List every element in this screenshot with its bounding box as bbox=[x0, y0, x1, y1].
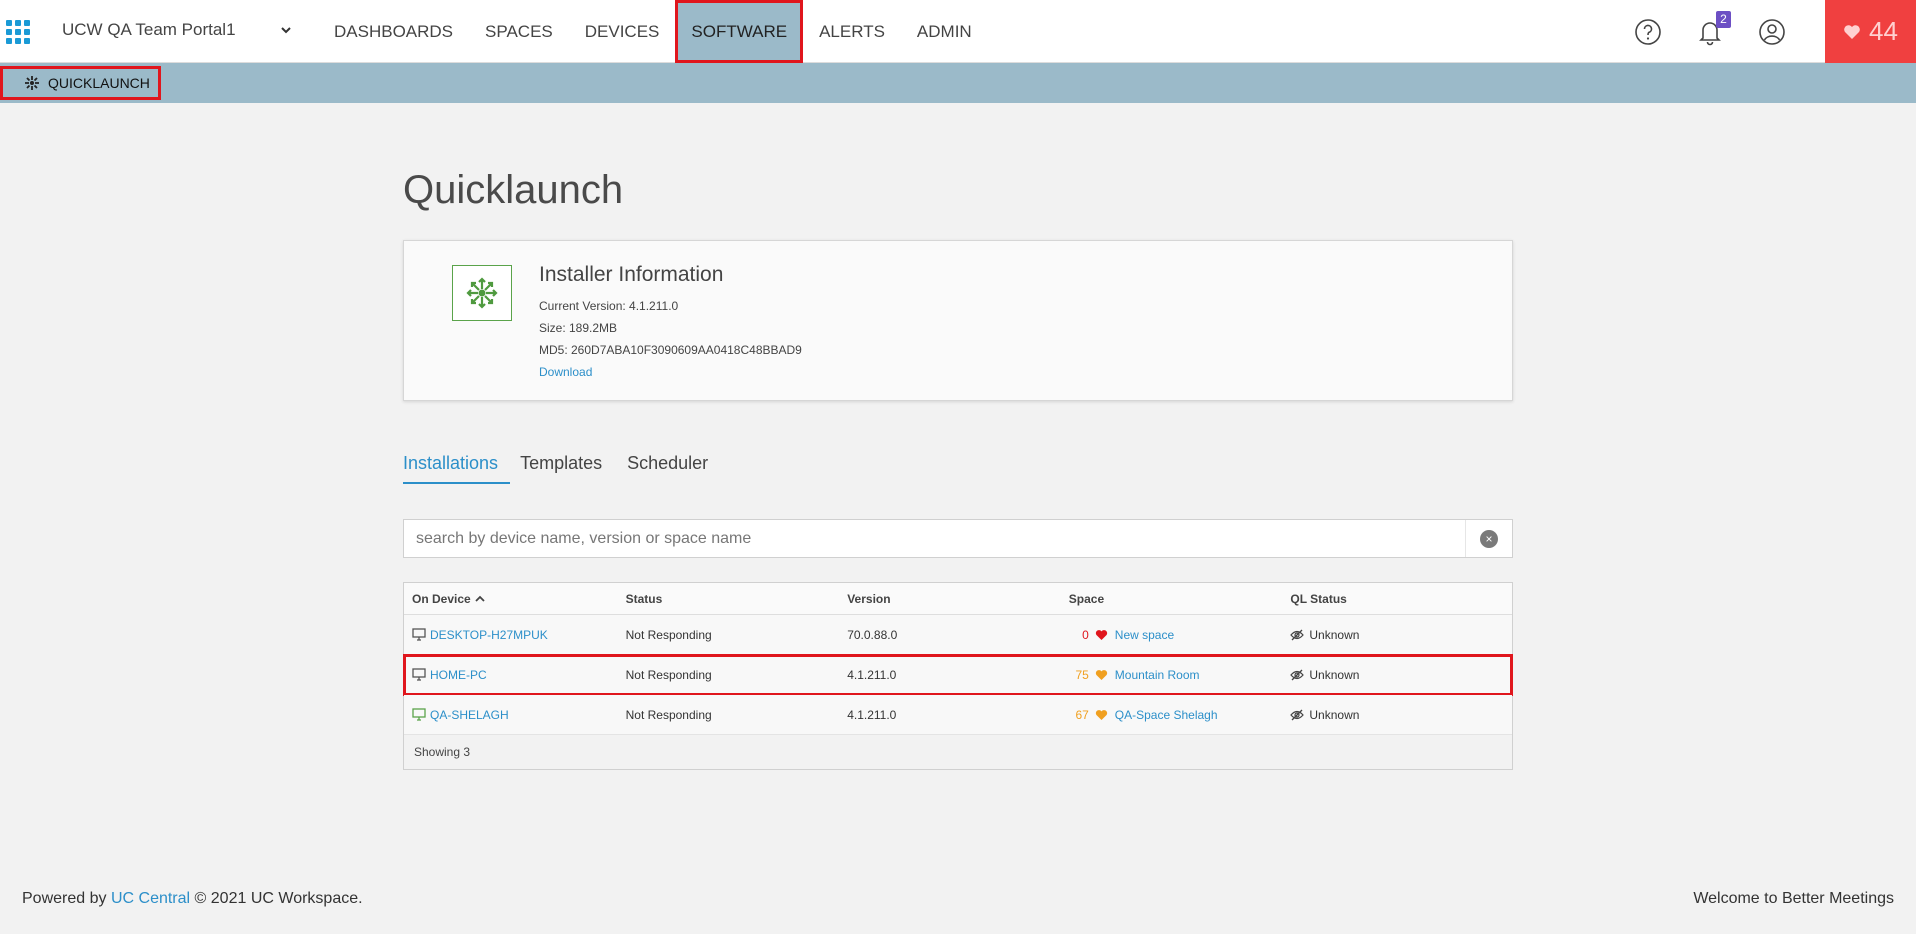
tab-templates[interactable]: Templates bbox=[520, 450, 602, 484]
uc-central-link[interactable]: UC Central bbox=[111, 890, 190, 907]
table-footer: Showing 3 bbox=[404, 735, 1512, 769]
footer-left: Powered by UC Central © 2021 UC Workspac… bbox=[22, 890, 363, 908]
tab-bar: Installations Templates Scheduler bbox=[403, 450, 733, 484]
status-cell: Not Responding bbox=[625, 627, 712, 642]
installations-table: On Device Status Version Space QL Status… bbox=[403, 582, 1513, 770]
clear-search-button[interactable]: × bbox=[1480, 530, 1498, 548]
chevron-down-icon[interactable] bbox=[278, 22, 294, 38]
bell-icon[interactable]: 2 bbox=[1695, 10, 1731, 47]
nav-admin[interactable]: ADMIN bbox=[901, 0, 988, 63]
version-cell: 4.1.211.0 bbox=[847, 707, 897, 722]
installer-title: Installer Information bbox=[539, 263, 724, 286]
table-row: QA-SHELAGH Not Responding 4.1.211.0 67 Q… bbox=[404, 695, 1512, 735]
device-link[interactable]: HOME-PC bbox=[430, 668, 487, 682]
nav-dashboards[interactable]: DASHBOARDS bbox=[318, 0, 469, 63]
eye-off-icon bbox=[1290, 629, 1305, 640]
quicklaunch-icon bbox=[25, 76, 39, 90]
column-header-on-device[interactable]: On Device bbox=[404, 592, 626, 606]
help-icon[interactable] bbox=[1633, 17, 1663, 47]
table-row: DESKTOP-H27MPUK Not Responding 70.0.88.0… bbox=[404, 615, 1512, 655]
space-link[interactable]: QA-Space Shelagh bbox=[1115, 708, 1218, 722]
sub-navigation-bar: QUICKLAUNCH bbox=[0, 63, 1916, 103]
column-header-ql-status[interactable]: QL Status bbox=[1290, 592, 1512, 606]
notification-badge: 2 bbox=[1716, 10, 1731, 28]
nav-devices[interactable]: DEVICES bbox=[569, 0, 676, 63]
installer-md5: MD5: 260D7ABA10F3090609AA0418C48BBAD9 bbox=[539, 343, 802, 357]
tab-scheduler[interactable]: Scheduler bbox=[627, 450, 708, 484]
search-box: × bbox=[403, 519, 1513, 558]
subnav-quicklaunch[interactable]: QUICKLAUNCH bbox=[0, 66, 161, 100]
health-score-button[interactable]: 44 bbox=[1825, 0, 1916, 63]
device-link[interactable]: QA-SHELAGH bbox=[430, 708, 509, 722]
installer-details: Installer Information Current Version: 4… bbox=[539, 263, 802, 383]
eye-off-icon bbox=[1290, 669, 1305, 680]
main-nav: DASHBOARDS SPACES DEVICES SOFTWARE ALERT… bbox=[318, 0, 988, 63]
device-link[interactable]: DESKTOP-H27MPUK bbox=[430, 628, 548, 642]
table-header: On Device Status Version Space QL Status bbox=[404, 583, 1512, 615]
heart-icon bbox=[1844, 24, 1860, 39]
ql-status-cell: Unknown bbox=[1309, 627, 1360, 642]
download-link[interactable]: Download bbox=[539, 361, 802, 383]
space-link[interactable]: New space bbox=[1115, 628, 1174, 642]
space-score: 75 bbox=[1075, 667, 1089, 682]
status-cell: Not Responding bbox=[625, 707, 712, 722]
heart-icon bbox=[1095, 629, 1107, 640]
nav-software[interactable]: SOFTWARE bbox=[675, 0, 804, 63]
search-input[interactable] bbox=[404, 520, 1466, 557]
nav-alerts[interactable]: ALERTS bbox=[803, 0, 901, 63]
ql-status-cell: Unknown bbox=[1309, 667, 1360, 682]
page-title: Quicklaunch bbox=[403, 168, 624, 212]
portal-name[interactable]: UCW QA Team Portal1 bbox=[62, 20, 236, 40]
subnav-quicklaunch-label: QUICKLAUNCH bbox=[48, 75, 150, 91]
version-cell: 70.0.88.0 bbox=[847, 627, 898, 642]
space-score: 67 bbox=[1075, 707, 1089, 722]
installer-logo-icon bbox=[452, 265, 512, 321]
installer-size: Size: 189.2MB bbox=[539, 321, 618, 335]
column-header-space[interactable]: Space bbox=[1069, 592, 1291, 606]
apps-grid-icon[interactable] bbox=[6, 20, 30, 44]
space-score: 0 bbox=[1082, 627, 1089, 642]
top-navigation-bar: UCW QA Team Portal1 DASHBOARDS SPACES DE… bbox=[0, 0, 1916, 63]
nav-spaces[interactable]: SPACES bbox=[469, 0, 569, 63]
tab-installations[interactable]: Installations bbox=[403, 450, 511, 484]
monitor-icon bbox=[412, 668, 426, 681]
column-header-status[interactable]: Status bbox=[626, 592, 848, 606]
eye-off-icon bbox=[1290, 709, 1305, 720]
table-row: HOME-PC Not Responding 4.1.211.0 75 Moun… bbox=[403, 654, 1513, 696]
installer-current-version: Current Version: 4.1.211.0 bbox=[539, 299, 679, 313]
top-right-actions: 2 44 bbox=[1633, 0, 1916, 63]
monitor-icon bbox=[412, 708, 426, 721]
version-cell: 4.1.211.0 bbox=[847, 667, 897, 682]
heart-icon bbox=[1095, 669, 1107, 680]
space-link[interactable]: Mountain Room bbox=[1115, 668, 1200, 682]
heart-icon bbox=[1095, 709, 1107, 720]
status-cell: Not Responding bbox=[625, 667, 712, 682]
health-score-value: 44 bbox=[1869, 16, 1898, 46]
sort-asc-icon bbox=[475, 595, 485, 602]
footer-powered-by: Powered by bbox=[22, 890, 107, 907]
monitor-icon bbox=[412, 628, 426, 641]
footer-copyright: © 2021 UC Workspace. bbox=[194, 890, 363, 907]
installer-info-card: Installer Information Current Version: 4… bbox=[403, 240, 1513, 401]
column-header-version[interactable]: Version bbox=[847, 592, 1069, 606]
ql-status-cell: Unknown bbox=[1309, 707, 1360, 722]
footer-tagline: Welcome to Better Meetings bbox=[1693, 890, 1894, 907]
user-icon[interactable] bbox=[1757, 17, 1787, 47]
